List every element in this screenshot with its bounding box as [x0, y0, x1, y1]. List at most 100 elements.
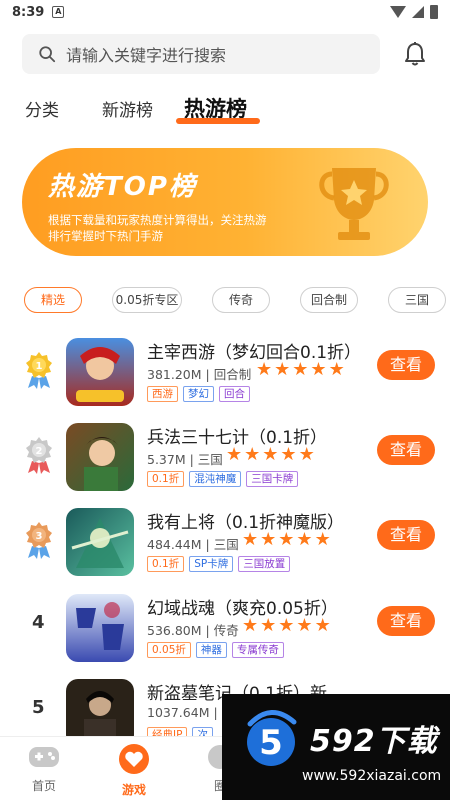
rank-number: 2 — [36, 446, 43, 457]
game-cover-image[interactable] — [66, 423, 134, 491]
chip-turn-based[interactable]: 回合制 — [300, 287, 358, 313]
rating-stars: ★ ★ ★ ★ ★ — [226, 446, 315, 464]
status-time: 8:39 — [12, 4, 45, 20]
bronze-medal-icon: 3 — [26, 522, 52, 559]
wifi-icon — [390, 6, 406, 18]
game-tag: 专属传奇 — [231, 642, 284, 658]
chip-legend[interactable]: 传奇 — [212, 287, 270, 313]
rank-number: 4 — [32, 612, 45, 633]
search-input[interactable]: 请输入关键字进行搜索 — [22, 34, 380, 74]
site-watermark: 5 592下载 www.592xiazai.com — [222, 694, 450, 800]
star-icon: ★ — [244, 444, 261, 465]
game-cover-image[interactable] — [66, 594, 134, 662]
game-tag: 0.1折 — [147, 556, 185, 572]
watermark-url: www.592xiazai.com — [302, 768, 442, 784]
rank-number: 1 — [36, 361, 43, 372]
nav-games[interactable]: 游戏 — [104, 743, 164, 798]
nav-home[interactable]: 首页 — [14, 743, 74, 794]
list-item[interactable]: 1 主宰西游（梦幻回合0.1折） 381.20M | 回合制 ★ ★ ★ ★ ★ 西游 … — [0, 330, 450, 410]
rating-stars: ★ ★ ★ ★ ★ — [242, 617, 331, 635]
game-tag: 回合 — [219, 386, 250, 402]
game-category: 回合制 — [213, 367, 252, 382]
star-icon: ★ — [242, 615, 259, 636]
search-placeholder: 请输入关键字进行搜索 — [66, 46, 227, 65]
game-size: 381.20M — [147, 367, 202, 382]
trophy-icon — [319, 168, 389, 240]
rating-stars: ★ ★ ★ ★ ★ — [242, 531, 331, 549]
tab-category[interactable]: 分类 — [25, 96, 59, 121]
chip-three-kingdoms[interactable]: 三国 — [388, 287, 446, 313]
game-size: 5.37M — [147, 452, 186, 467]
banner-description: 根据下载量和玩家热度计算得出，关注热游排行掌握时下热门手游 — [48, 213, 267, 243]
notification-icon: A — [52, 6, 65, 18]
game-tag: 混沌神魔 — [189, 471, 242, 487]
game-size: 484.44M — [147, 537, 202, 552]
view-button[interactable]: 查看 — [377, 520, 435, 550]
star-icon: ★ — [260, 529, 277, 550]
star-icon: ★ — [278, 529, 295, 550]
game-tag: 三国放置 — [238, 556, 291, 572]
status-bar: 8:39 A — [0, 0, 450, 24]
chip-005-discount[interactable]: 0.05折专区 — [112, 287, 182, 313]
star-icon: ★ — [280, 444, 297, 465]
filter-chips: 精选 0.05折专区 传奇 回合制 三国 — [0, 287, 450, 315]
star-icon: ★ — [296, 615, 313, 636]
list-item[interactable]: 3 我有上将（0.1折神魔版） 484.44M | 三国 ★ ★ ★ ★ ★ 0.1折 … — [0, 500, 450, 580]
banner-title: 热游TOP榜 — [48, 172, 197, 202]
star-icon: ★ — [310, 359, 327, 380]
signal-icon — [412, 6, 424, 18]
star-icon: ★ — [314, 529, 331, 550]
game-tags: 0.1折 SP卡牌 三国放置 — [147, 556, 291, 572]
game-tags: 西游 梦幻 回合 — [147, 386, 250, 402]
view-button[interactable]: 查看 — [377, 606, 435, 636]
game-size: 1037.64M — [147, 705, 210, 720]
game-tag: 神器 — [195, 642, 227, 658]
star-icon: ★ — [256, 359, 273, 380]
star-icon: ★ — [262, 444, 279, 465]
search-icon — [39, 46, 56, 63]
game-cover-image[interactable] — [66, 508, 134, 576]
game-tag: 西游 — [147, 386, 178, 402]
game-category: 三国 — [197, 452, 223, 467]
game-size: 536.80M — [147, 623, 202, 638]
chip-featured[interactable]: 精选 — [24, 287, 82, 313]
rating-stars: ★ ★ ★ ★ ★ — [256, 361, 345, 379]
list-item[interactable]: 2 兵法三十七计（0.1折） 5.37M | 三国 ★ ★ ★ ★ ★ 0.1折 混沌神… — [0, 415, 450, 495]
game-meta: 5.37M | 三国 — [147, 452, 223, 467]
star-icon: ★ — [296, 529, 313, 550]
game-category: 传奇 — [213, 623, 239, 638]
view-button[interactable]: 查看 — [377, 350, 435, 380]
game-tag: 三国卡牌 — [246, 471, 299, 487]
game-tag: 0.05折 — [147, 642, 191, 658]
game-tags: 0.05折 神器 专属传奇 — [147, 642, 284, 658]
list-item[interactable]: 4 幻域战魂（爽充0.05折） 536.80M | 传奇 ★ ★ ★ ★ ★ 0.05折… — [0, 586, 450, 666]
view-button[interactable]: 查看 — [377, 435, 435, 465]
star-icon: ★ — [278, 615, 295, 636]
nav-games-label: 游戏 — [121, 783, 146, 797]
star-icon: ★ — [242, 529, 259, 550]
battery-icon — [430, 5, 438, 19]
gold-medal-icon: 1 — [26, 352, 52, 389]
star-icon: ★ — [314, 615, 331, 636]
star-icon: ★ — [298, 444, 315, 465]
watermark-logo: 5 — [247, 710, 297, 766]
watermark-text: 592下载 — [310, 724, 438, 759]
game-meta: 536.80M | 传奇 — [147, 623, 239, 638]
hot-games-banner[interactable]: 热游TOP榜 根据下载量和玩家热度计算得出，关注热游排行掌握时下热门手游 — [22, 148, 428, 256]
silver-medal-icon: 2 — [26, 437, 52, 474]
rank-number: 3 — [36, 531, 43, 542]
bell-icon[interactable] — [403, 41, 427, 67]
gamepad-icon — [29, 747, 59, 767]
game-cover-image[interactable] — [66, 338, 134, 406]
game-tag: SP卡牌 — [189, 556, 234, 572]
game-tags: 0.1折 混沌神魔 三国卡牌 — [147, 471, 299, 487]
watermark-logo-digit: 5 — [259, 723, 283, 763]
star-icon: ★ — [260, 615, 277, 636]
rank-number: 5 — [32, 697, 45, 718]
game-category: 三国 — [213, 537, 239, 552]
tab-new-games[interactable]: 新游榜 — [102, 96, 153, 121]
active-tab-indicator — [176, 118, 260, 124]
game-meta: 1037.64M | — [147, 705, 218, 720]
game-meta: 381.20M | 回合制 — [147, 367, 252, 382]
star-icon: ★ — [292, 359, 309, 380]
